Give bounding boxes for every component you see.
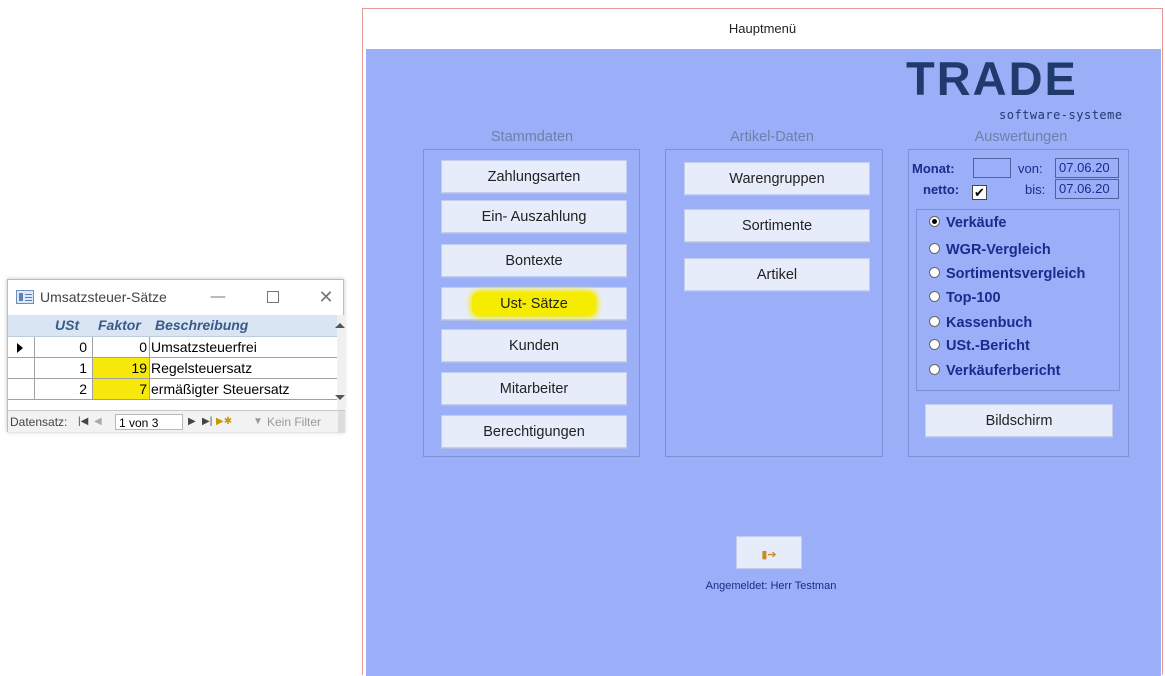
datasheet-window: Umsatzsteuer-Sätze — ✕ USt Faktor Beschr… (7, 279, 345, 433)
bis-label: bis: (1025, 182, 1046, 197)
radio-icon (929, 266, 940, 278)
bis-date-field[interactable]: 07.06.20 (1055, 179, 1119, 199)
radio-top-100[interactable]: Top-100 (929, 288, 1001, 308)
logo-subtitle: software-systeme (999, 108, 1123, 122)
cell-ust[interactable]: 0 (35, 337, 93, 357)
vertical-scrollbar[interactable] (335, 315, 345, 410)
radio-label: Verkäufe (946, 215, 1007, 231)
monat-field[interactable] (973, 158, 1011, 178)
netto-label: netto: (923, 182, 960, 197)
cell-faktor[interactable]: 0 (93, 337, 150, 357)
next-record-icon[interactable]: ▶ (188, 414, 196, 430)
von-label: von: (1018, 161, 1043, 176)
column-header-ust[interactable]: USt (35, 315, 93, 336)
logo-text: TRADE (906, 52, 1078, 105)
section-title-artikel: Artikel-Daten (730, 129, 814, 145)
sortimente-button[interactable]: Sortimente (684, 209, 870, 242)
maximize-icon (267, 291, 279, 304)
close-button[interactable]: ✕ (311, 285, 341, 309)
filter-status[interactable]: Kein Filter (267, 414, 321, 430)
radio-label: WGR-Vergleich (946, 242, 1051, 258)
radio-icon (929, 290, 940, 302)
monat-label: Monat: (912, 161, 955, 176)
cell-beschreibung[interactable]: ermäßigter Steuersatz (150, 379, 339, 399)
cell-faktor-highlighted[interactable]: 7 (93, 379, 150, 399)
berechtigungen-button[interactable]: Berechtigungen (441, 415, 627, 448)
datasheet-titlebar[interactable]: Umsatzsteuer-Sätze — ✕ (8, 280, 343, 314)
warengruppen-button[interactable]: Warengruppen (684, 162, 870, 195)
main-menu-form: TRADE software-systeme Stammdaten Zahlun… (366, 49, 1161, 676)
radio-ust-bericht[interactable]: USt.-Bericht (929, 336, 1030, 356)
previous-record-icon[interactable]: ◀ (94, 414, 102, 430)
radio-wgr-vergleich[interactable]: WGR-Vergleich (929, 240, 1051, 260)
radio-icon (929, 315, 940, 327)
report-type-options: Verkäufe WGR-Vergleich Sortimentsverglei… (916, 209, 1120, 391)
cell-faktor-highlighted[interactable]: 19 (93, 358, 150, 378)
scroll-down-icon[interactable] (335, 395, 345, 400)
record-selector[interactable] (8, 337, 35, 357)
cell-beschreibung[interactable]: Regelsteuersatz (150, 358, 339, 378)
section-auswertungen: Monat: von: 07.06.20 netto: ✔ bis: 07.06… (908, 149, 1129, 457)
mitarbeiter-button[interactable]: Mitarbeiter (441, 372, 627, 405)
logged-in-user: Angemeldet: Herr Testman (705, 580, 837, 592)
record-selector[interactable] (8, 379, 35, 399)
record-nav-label: Datensatz: (10, 415, 68, 429)
bontexte-button[interactable]: Bontexte (441, 244, 627, 277)
datasheet-title: Umsatzsteuer-Sätze (40, 289, 167, 305)
radio-label: Top-100 (946, 290, 1001, 306)
current-record-icon (17, 343, 23, 353)
last-record-icon[interactable]: ▶| (202, 414, 212, 430)
radio-label: Kassenbuch (946, 315, 1033, 331)
search-box[interactable] (338, 411, 345, 433)
cell-ust[interactable]: 1 (35, 358, 93, 378)
scroll-up-icon[interactable] (335, 323, 345, 328)
netto-checkbox[interactable]: ✔ (972, 185, 987, 200)
section-stammdaten: Zahlungsarten Ein- Auszahlung Bontexte U… (423, 149, 640, 457)
artikel-button[interactable]: Artikel (684, 258, 870, 291)
radio-icon (929, 338, 940, 350)
cell-ust[interactable]: 2 (35, 379, 93, 399)
exit-button[interactable]: ▮➔ (736, 536, 802, 569)
ust-saetze-button[interactable]: Ust- Sätze (441, 287, 627, 320)
radio-label: Verkäuferbericht (946, 363, 1061, 379)
datasheet-grid: USt Faktor Beschreibung 0 0 Umsatzsteuer… (8, 315, 339, 400)
radio-verkaeuferbericht[interactable]: Verkäuferbericht (929, 361, 1060, 381)
record-navigation-bar: Datensatz: |◀ ◀ 1 von 3 ▶ ▶| ▶✱ ▼ Kein F… (8, 410, 345, 433)
ust-saetze-label: Ust- Sätze (472, 292, 596, 316)
radio-icon (929, 242, 940, 254)
radio-label: USt.-Bericht (946, 338, 1030, 354)
table-row[interactable]: 0 0 Umsatzsteuerfrei (8, 337, 339, 358)
radio-icon (929, 363, 940, 375)
first-record-icon[interactable]: |◀ (78, 414, 88, 430)
radio-verkaeufe[interactable]: Verkäufe (929, 213, 1006, 233)
bildschirm-button[interactable]: Bildschirm (925, 404, 1113, 437)
new-record-icon[interactable]: ▶✱ (216, 414, 232, 430)
exit-door-icon: ▮➔ (761, 549, 777, 561)
trade-logo: TRADE software-systeme (906, 51, 1136, 122)
cell-beschreibung[interactable]: Umsatzsteuerfrei (150, 337, 339, 357)
table-row[interactable]: 2 7 ermäßigter Steuersatz (8, 379, 339, 400)
maximize-button[interactable] (258, 285, 288, 309)
section-artikel: Warengruppen Sortimente Artikel (665, 149, 883, 457)
kunden-button[interactable]: Kunden (441, 329, 627, 362)
radio-selected-icon (929, 215, 940, 227)
record-selector[interactable] (8, 358, 35, 378)
current-record-input[interactable]: 1 von 3 (115, 414, 183, 430)
table-icon (16, 290, 34, 304)
main-menu-window: Hauptmenü TRADE software-systeme Stammda… (362, 8, 1163, 676)
von-date-field[interactable]: 07.06.20 (1055, 158, 1119, 178)
radio-kassenbuch[interactable]: Kassenbuch (929, 313, 1032, 333)
column-header-row: USt Faktor Beschreibung (8, 315, 339, 337)
minimize-button[interactable]: — (203, 285, 233, 309)
radio-label: Sortimentsvergleich (946, 266, 1086, 282)
column-header-beschreibung[interactable]: Beschreibung (154, 315, 343, 336)
section-title-stammdaten: Stammdaten (490, 129, 574, 145)
section-title-auswertungen: Auswertungen (974, 129, 1068, 145)
zahlungsarten-button[interactable]: Zahlungsarten (441, 160, 627, 193)
main-menu-title: Hauptmenü (363, 9, 1162, 49)
table-row[interactable]: 1 19 Regelsteuersatz (8, 358, 339, 379)
filter-icon: ▼ (253, 416, 263, 427)
ein-auszahlung-button[interactable]: Ein- Auszahlung (441, 200, 627, 233)
radio-sortimentsvergleich[interactable]: Sortimentsvergleich (929, 264, 1085, 284)
